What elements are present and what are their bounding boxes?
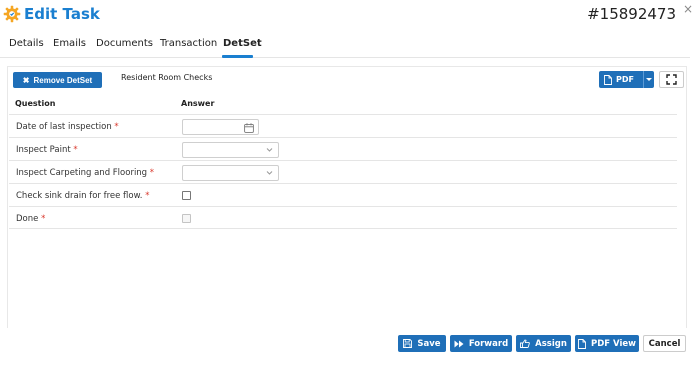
modal-title: Edit Task bbox=[24, 5, 100, 23]
tab-documents[interactable]: Documents bbox=[96, 38, 153, 49]
close-icon: ✖ bbox=[22, 75, 30, 85]
remove-detset-button[interactable]: ✖ Remove DetSet bbox=[13, 72, 102, 88]
question-label: Check sink drain for free flow. bbox=[16, 191, 143, 201]
sink-drain-checkbox[interactable] bbox=[182, 191, 191, 200]
inspect-flooring-select[interactable] bbox=[182, 165, 279, 181]
pdf-view-label: PDF View bbox=[590, 338, 636, 349]
assign-label: Assign bbox=[535, 338, 567, 349]
gear-icon bbox=[3, 5, 21, 23]
required-marker: * bbox=[145, 191, 150, 201]
question-label: Done bbox=[16, 214, 39, 224]
detset-name: Resident Room Checks bbox=[121, 73, 213, 82]
chevron-down-icon[interactable] bbox=[646, 78, 652, 81]
question-label: Date of last inspection bbox=[16, 122, 112, 132]
question-row: Done * bbox=[9, 206, 677, 229]
required-marker: * bbox=[73, 145, 78, 155]
chevron-down-icon bbox=[266, 148, 273, 152]
split-divider bbox=[643, 71, 644, 88]
forward-label: Forward bbox=[468, 338, 509, 349]
save-button[interactable]: Save bbox=[398, 335, 446, 352]
question-row: Inspect Paint * bbox=[9, 137, 677, 160]
cancel-label: Cancel bbox=[648, 338, 681, 349]
active-tab-indicator bbox=[222, 55, 253, 58]
pdf-file-icon bbox=[604, 74, 612, 85]
expand-icon bbox=[666, 74, 677, 85]
save-label: Save bbox=[417, 338, 441, 349]
assign-button[interactable]: Assign bbox=[516, 335, 571, 352]
question-column-header: Question bbox=[15, 99, 56, 108]
answer-column-header: Answer bbox=[181, 99, 215, 108]
pdf-button-label: PDF bbox=[616, 75, 634, 84]
required-marker: * bbox=[41, 214, 46, 224]
modal-header: Edit Task #15892473 × bbox=[0, 0, 700, 30]
pdf-view-button[interactable]: PDF View bbox=[575, 335, 639, 352]
pdf-button[interactable]: PDF bbox=[599, 71, 654, 88]
inspect-paint-select[interactable] bbox=[182, 142, 279, 158]
task-number: #15892473 bbox=[587, 5, 676, 23]
question-label: Inspect Carpeting and Flooring bbox=[16, 168, 148, 178]
tab-emails[interactable]: Emails bbox=[53, 38, 86, 49]
close-icon[interactable]: × bbox=[683, 2, 693, 16]
required-marker: * bbox=[149, 168, 155, 178]
calendar-icon[interactable] bbox=[244, 123, 254, 133]
tab-bar: Details Emails Documents Transaction Det… bbox=[0, 38, 690, 58]
inspection-date-input[interactable] bbox=[182, 119, 259, 135]
tab-transaction[interactable]: Transaction bbox=[160, 38, 217, 49]
question-label: Inspect Paint bbox=[16, 145, 71, 155]
question-row: Check sink drain for free flow. * bbox=[9, 183, 677, 206]
done-checkbox bbox=[182, 214, 191, 223]
fullscreen-button[interactable] bbox=[659, 71, 684, 88]
tab-details[interactable]: Details bbox=[9, 38, 44, 49]
chevron-down-icon bbox=[266, 171, 273, 175]
forward-button[interactable]: Forward bbox=[450, 335, 512, 352]
remove-detset-label: Remove DetSet bbox=[33, 75, 93, 85]
required-marker: * bbox=[114, 122, 119, 132]
question-row: Inspect Carpeting and Flooring * bbox=[9, 160, 677, 183]
edit-task-modal: Edit Task #15892473 × Details Emails Doc… bbox=[0, 0, 700, 366]
forward-icon bbox=[454, 340, 464, 347]
save-icon bbox=[403, 339, 413, 348]
tab-detset[interactable]: DetSet bbox=[223, 38, 262, 49]
hand-point-icon bbox=[520, 339, 530, 348]
detset-panel: ✖ Remove DetSet Resident Room Checks PDF bbox=[7, 66, 687, 328]
pdf-file-icon bbox=[578, 338, 586, 349]
question-row: Date of last inspection * bbox=[9, 114, 677, 137]
cancel-button[interactable]: Cancel bbox=[643, 335, 686, 352]
